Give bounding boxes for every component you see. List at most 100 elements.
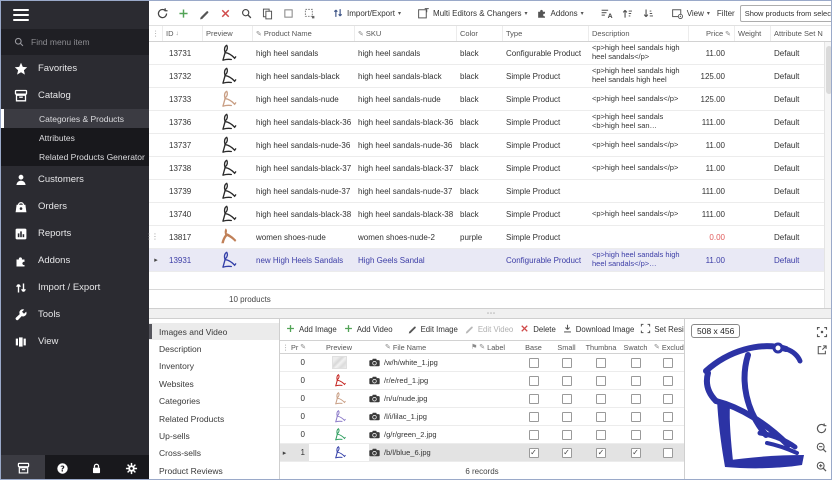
delete-button[interactable] — [216, 5, 235, 22]
open-external-icon[interactable] — [816, 344, 828, 356]
product-row-13732[interactable]: 13732high heel sandals-blackhigh heel sa… — [149, 65, 832, 88]
search-input[interactable] — [31, 37, 131, 47]
refresh-button[interactable] — [153, 5, 172, 22]
delete-button[interactable]: Delete — [517, 322, 558, 337]
tab-up-sells[interactable]: Up-sells — [149, 427, 279, 444]
exclude-checkbox[interactable] — [663, 430, 673, 440]
thumbnail-checkbox[interactable] — [596, 358, 606, 368]
tab-product-reviews[interactable]: Product Reviews — [149, 462, 279, 479]
product-row-13733[interactable]: 13733high heel sandals-nudehigh heel san… — [149, 88, 832, 111]
help-button[interactable]: ? — [56, 455, 69, 480]
col-header-thumbnail[interactable]: Thumbna — [583, 341, 619, 353]
vertical-scrollbar[interactable] — [824, 42, 832, 308]
sidebar-item-catalog[interactable]: Catalog — [1, 82, 149, 109]
thumbnail-checkbox[interactable] — [596, 412, 606, 422]
base-checkbox[interactable] — [529, 358, 539, 368]
download-image-button[interactable]: Download Image — [560, 322, 637, 337]
product-row-13739[interactable]: 13739high heel sandals-nude-37high heel … — [149, 180, 832, 203]
zoom-in-icon[interactable] — [815, 460, 828, 473]
thumbnail-checkbox[interactable] — [596, 394, 606, 404]
swatch-checkbox[interactable] — [631, 358, 641, 368]
base-checkbox[interactable] — [529, 430, 539, 440]
tab-cross-sells[interactable]: Cross-sells — [149, 445, 279, 462]
settings-button[interactable] — [125, 455, 138, 480]
hamburger-menu-icon[interactable] — [13, 9, 29, 21]
sort-alpha-button[interactable]: A — [597, 5, 616, 22]
sidebar-splitter-handle[interactable]: ⋮⋮ — [145, 234, 150, 256]
col-header-swatch[interactable]: Swatch — [619, 341, 652, 353]
sidebar-search[interactable] — [1, 29, 149, 55]
media-row-green_2.jpg[interactable]: 0/g/r/green_2.jpg — [280, 426, 684, 444]
zoom-out-icon[interactable] — [815, 441, 828, 454]
tab-inventory[interactable]: Inventory — [149, 358, 279, 375]
thumbnail-checkbox[interactable]: ✓ — [596, 448, 606, 458]
col-header-exclude[interactable]: ✎Exclude — [652, 341, 684, 353]
sidebar-item-addons[interactable]: Addons — [1, 247, 149, 274]
add-button[interactable] — [174, 5, 193, 22]
product-row-13738[interactable]: 13738high heel sandals-black-37high heel… — [149, 157, 832, 180]
product-row-13740[interactable]: 13740high heel sandals-black-38high heel… — [149, 203, 832, 226]
col-header-preview[interactable]: Preview — [309, 341, 369, 353]
product-row-13817[interactable]: 13817women shoes-nudewomen shoes-nude-2p… — [149, 226, 832, 249]
col-header-file-name[interactable]: ✎File Name — [369, 341, 469, 353]
sidebar-subitem-categories-products[interactable]: Categories & Products — [1, 109, 149, 128]
column-chooser[interactable]: ⋮ — [280, 341, 289, 353]
col-header-weight[interactable]: Weight — [735, 26, 771, 41]
product-row-13931[interactable]: ▸13931new High Heels SandalsHigh Geels S… — [149, 249, 832, 272]
exclude-checkbox[interactable] — [663, 358, 673, 368]
exclude-checkbox[interactable] — [663, 394, 673, 404]
col-header-preview[interactable]: Preview — [203, 26, 253, 41]
col-header-name[interactable]: ✎Product Name — [253, 26, 355, 41]
col-header-pr[interactable]: Pr✎ — [289, 341, 309, 353]
small-checkbox[interactable]: ✓ — [562, 448, 572, 458]
media-row-white_1.jpg[interactable]: 0/w/h/white_1.jpg — [280, 354, 684, 372]
small-checkbox[interactable] — [562, 358, 572, 368]
small-checkbox[interactable] — [562, 394, 572, 404]
media-row-nude.jpg[interactable]: 0/n/u/nude.jpg — [280, 390, 684, 408]
sidebar-item-import-export[interactable]: Import / Export — [1, 274, 149, 301]
tab-images-and-video[interactable]: Images and Video — [149, 323, 279, 340]
sidebar-item-tools[interactable]: Tools — [1, 301, 149, 328]
media-row-red_1.jpg[interactable]: 0/r/e/red_1.jpg — [280, 372, 684, 390]
sidebar-item-view[interactable]: View — [1, 328, 149, 355]
base-checkbox[interactable] — [529, 394, 539, 404]
tab-websites[interactable]: Websites — [149, 375, 279, 392]
sidebar-item-reports[interactable]: Reports — [1, 220, 149, 247]
sidebar-item-orders[interactable]: Orders — [1, 193, 149, 220]
sidebar-item-customers[interactable]: Customers — [1, 166, 149, 193]
product-row-13731[interactable]: 13731high heel sandalshigh heel sandalsb… — [149, 42, 832, 65]
swatch-checkbox[interactable]: ✓ — [631, 448, 641, 458]
col-header-description[interactable]: Description — [589, 26, 689, 41]
col-header-base[interactable]: Base — [517, 341, 550, 353]
small-checkbox[interactable] — [562, 412, 572, 422]
col-header-small[interactable]: Small — [550, 341, 583, 353]
thumbnail-checkbox[interactable] — [596, 430, 606, 440]
column-chooser[interactable]: ⋮ — [149, 26, 163, 41]
expand-button[interactable] — [618, 5, 637, 22]
add-video-button[interactable]: Add Video — [341, 322, 395, 337]
product-row-13736[interactable]: 13736high heel sandals-black-36high heel… — [149, 111, 832, 134]
sidebar-item-favorites[interactable]: Favorites — [1, 55, 149, 82]
col-header-label[interactable]: ⚑✎Label — [469, 341, 517, 353]
col-header-type[interactable]: Type — [503, 26, 589, 41]
col-header-id[interactable]: ID↓ — [163, 26, 203, 41]
catalog-shortcut-button[interactable] — [1, 455, 45, 480]
tab-description[interactable]: Description — [149, 340, 279, 357]
copy-button[interactable] — [258, 5, 277, 22]
multi-editors-menu[interactable]: Multi Editors & Changers▾ — [414, 5, 531, 22]
collapse-button[interactable] — [639, 5, 658, 22]
base-checkbox[interactable]: ✓ — [529, 448, 539, 458]
filter-select[interactable]: Show products from selected categories▾ — [740, 5, 832, 22]
swatch-checkbox[interactable] — [631, 430, 641, 440]
swatch-checkbox[interactable] — [631, 394, 641, 404]
base-checkbox[interactable] — [529, 376, 539, 386]
find-button[interactable] — [237, 5, 256, 22]
edit-image-button[interactable]: Edit Image — [405, 322, 460, 337]
add-image-button[interactable]: Add Image — [283, 322, 339, 337]
small-checkbox[interactable] — [562, 430, 572, 440]
exclude-checkbox[interactable] — [663, 376, 673, 386]
paste-button[interactable] — [300, 5, 319, 22]
horizontal-splitter[interactable]: ⋯ — [149, 309, 832, 319]
col-header-price[interactable]: Price✎ — [689, 26, 735, 41]
media-row-blue_6.jpg[interactable]: ▸1/b/l/blue_6.jpg✓✓✓✓ — [280, 444, 684, 462]
